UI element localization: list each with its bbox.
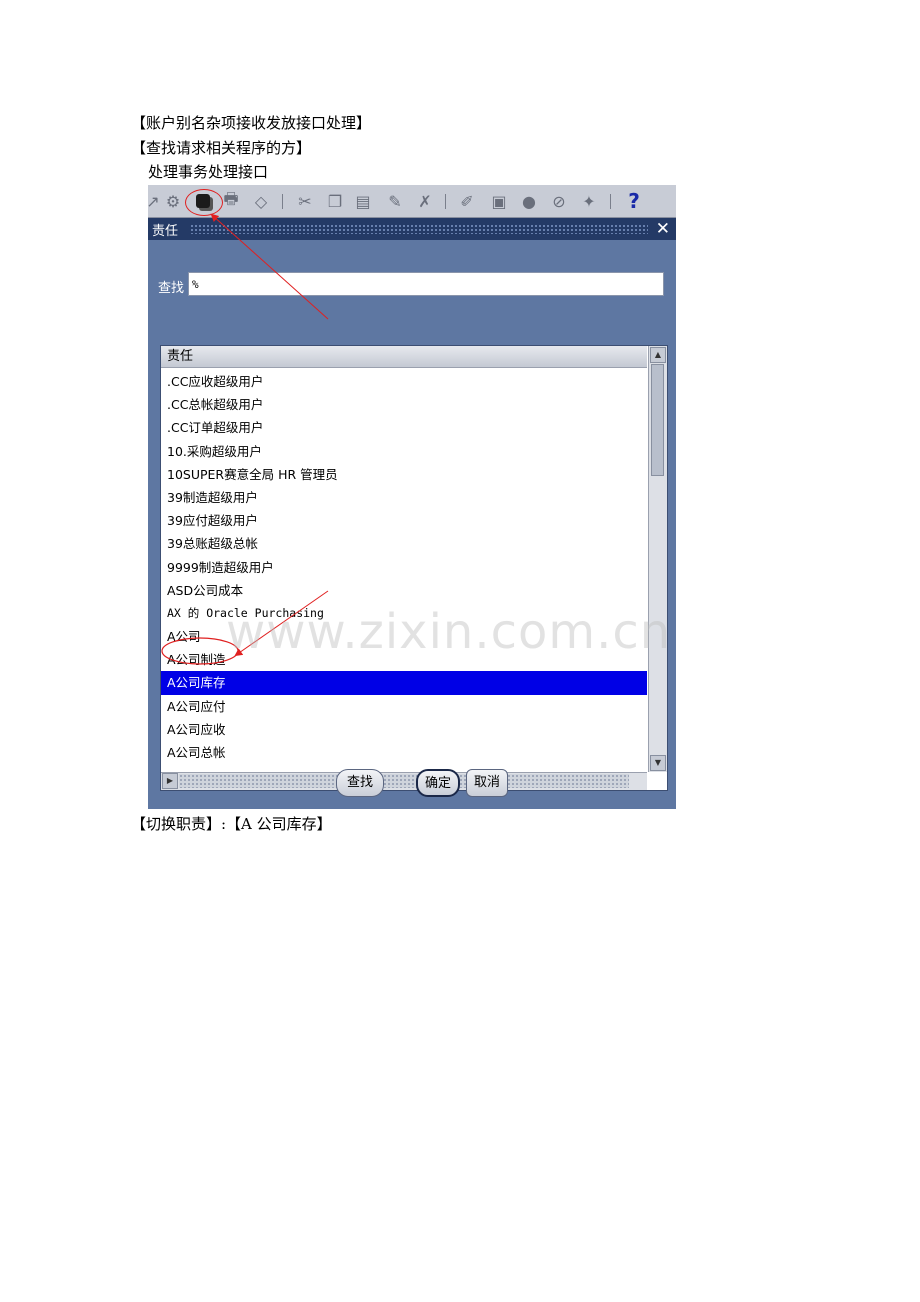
scroll-up-icon[interactable]: ▲: [650, 347, 666, 363]
doc-heading-2: 【查找请求相关程序的方】: [131, 139, 312, 157]
doc-subheading: 处理事务处理接口: [148, 163, 269, 181]
list-item[interactable]: ASD公司成本: [161, 579, 647, 602]
ok-button[interactable]: 确定: [416, 769, 460, 797]
globe-icon[interactable]: ●: [518, 190, 540, 212]
cancel-button[interactable]: 取消: [466, 769, 508, 797]
scroll-right-icon[interactable]: ▶: [162, 773, 178, 789]
title-bar-grip: [190, 224, 648, 234]
list-item[interactable]: A公司制造: [161, 648, 647, 671]
list-item[interactable]: A公司应收: [161, 718, 647, 741]
vertical-scrollbar[interactable]: ▲ ▼: [648, 346, 667, 772]
responsibility-dialog: 责任 ✕ 查找 责任 .CC应收超级用户.CC总帐超级用户.CC订单超级用户10…: [148, 218, 676, 809]
find-button[interactable]: 查找: [336, 769, 384, 797]
dialog-title: 责任: [152, 223, 179, 239]
responsibility-list: 责任 .CC应收超级用户 .CC总帐超级用户 .CC订单超级用户 10.采购超级用户 1…: [160, 345, 668, 791]
dialog-title-bar[interactable]: 责任 ✕: [148, 218, 676, 240]
list-item[interactable]: .CC总帐超级用户: [161, 393, 647, 416]
folder-icon[interactable]: ◇: [250, 190, 272, 212]
list-header: 责任: [161, 346, 647, 368]
toolbar-separator: [610, 194, 611, 209]
list-item[interactable]: 10.采购超级用户: [161, 440, 647, 463]
copy-icon[interactable]: ❐: [324, 190, 346, 212]
doc-switch-note: 【切换职责】:【A 公司库存】: [131, 815, 332, 833]
list-item[interactable]: .CC应收超级用户: [161, 370, 647, 393]
list-item-selected[interactable]: A公司库存: [161, 671, 647, 695]
help-icon[interactable]: ?: [623, 189, 645, 213]
attachment-icon[interactable]: ⊘: [548, 190, 570, 212]
list-item[interactable]: 39总账超级总帐: [161, 532, 647, 555]
annotation-circle: [185, 189, 223, 216]
find-label: 查找: [158, 281, 185, 296]
clear-icon[interactable]: ✗: [414, 190, 436, 212]
pencil-icon[interactable]: ✐: [456, 190, 478, 212]
toolbar: ↗ ⚙ 🖶 ◇ ✂ ❐ ▤ ✎ ✗ ✐ ▣ ● ⊘ ✦ ?: [148, 185, 676, 218]
horizontal-scroll-thumb[interactable]: [179, 774, 629, 788]
list-item[interactable]: .CC订单超级用户: [161, 416, 647, 439]
gear-icon[interactable]: ⚙: [162, 190, 184, 212]
list-item[interactable]: A公司: [161, 625, 647, 648]
doc-heading-1: 【账户别名杂项接收发放接口处理】: [131, 114, 372, 132]
list-item[interactable]: 9999制造超级用户: [161, 556, 647, 579]
toolbar-separator: [445, 194, 446, 209]
horizontal-scrollbar[interactable]: ◀ ▶: [161, 772, 647, 790]
edit-icon[interactable]: ✎: [384, 190, 406, 212]
wand-icon[interactable]: ✦: [578, 190, 600, 212]
paste-icon[interactable]: ▤: [352, 190, 374, 212]
close-icon[interactable]: ✕: [656, 219, 670, 239]
oracle-screenshot: ↗ ⚙ 🖶 ◇ ✂ ❐ ▤ ✎ ✗ ✐ ▣ ● ⊘ ✦ ? 责任 ✕ 查找 责任…: [148, 185, 676, 809]
list-item[interactable]: AX 的 Oracle Purchasing: [161, 602, 647, 625]
list-item[interactable]: 39应付超级用户: [161, 509, 647, 532]
scissors-icon[interactable]: ✂: [294, 190, 316, 212]
toolbar-separator: [282, 194, 283, 209]
list-item[interactable]: A公司总帐: [161, 741, 647, 764]
scroll-down-icon[interactable]: ▼: [650, 755, 666, 771]
find-input[interactable]: [188, 272, 664, 296]
scroll-thumb[interactable]: [651, 364, 664, 476]
list-item[interactable]: A公司应付: [161, 695, 647, 718]
list-rows: .CC应收超级用户 .CC总帐超级用户 .CC订单超级用户 10.采购超级用户 10SU…: [161, 370, 647, 770]
screen-icon[interactable]: ▣: [488, 190, 510, 212]
print-icon[interactable]: 🖶: [220, 189, 242, 212]
list-item[interactable]: 10SUPER赛意全局 HR 管理员: [161, 463, 647, 486]
list-item[interactable]: 39制造超级用户: [161, 486, 647, 509]
